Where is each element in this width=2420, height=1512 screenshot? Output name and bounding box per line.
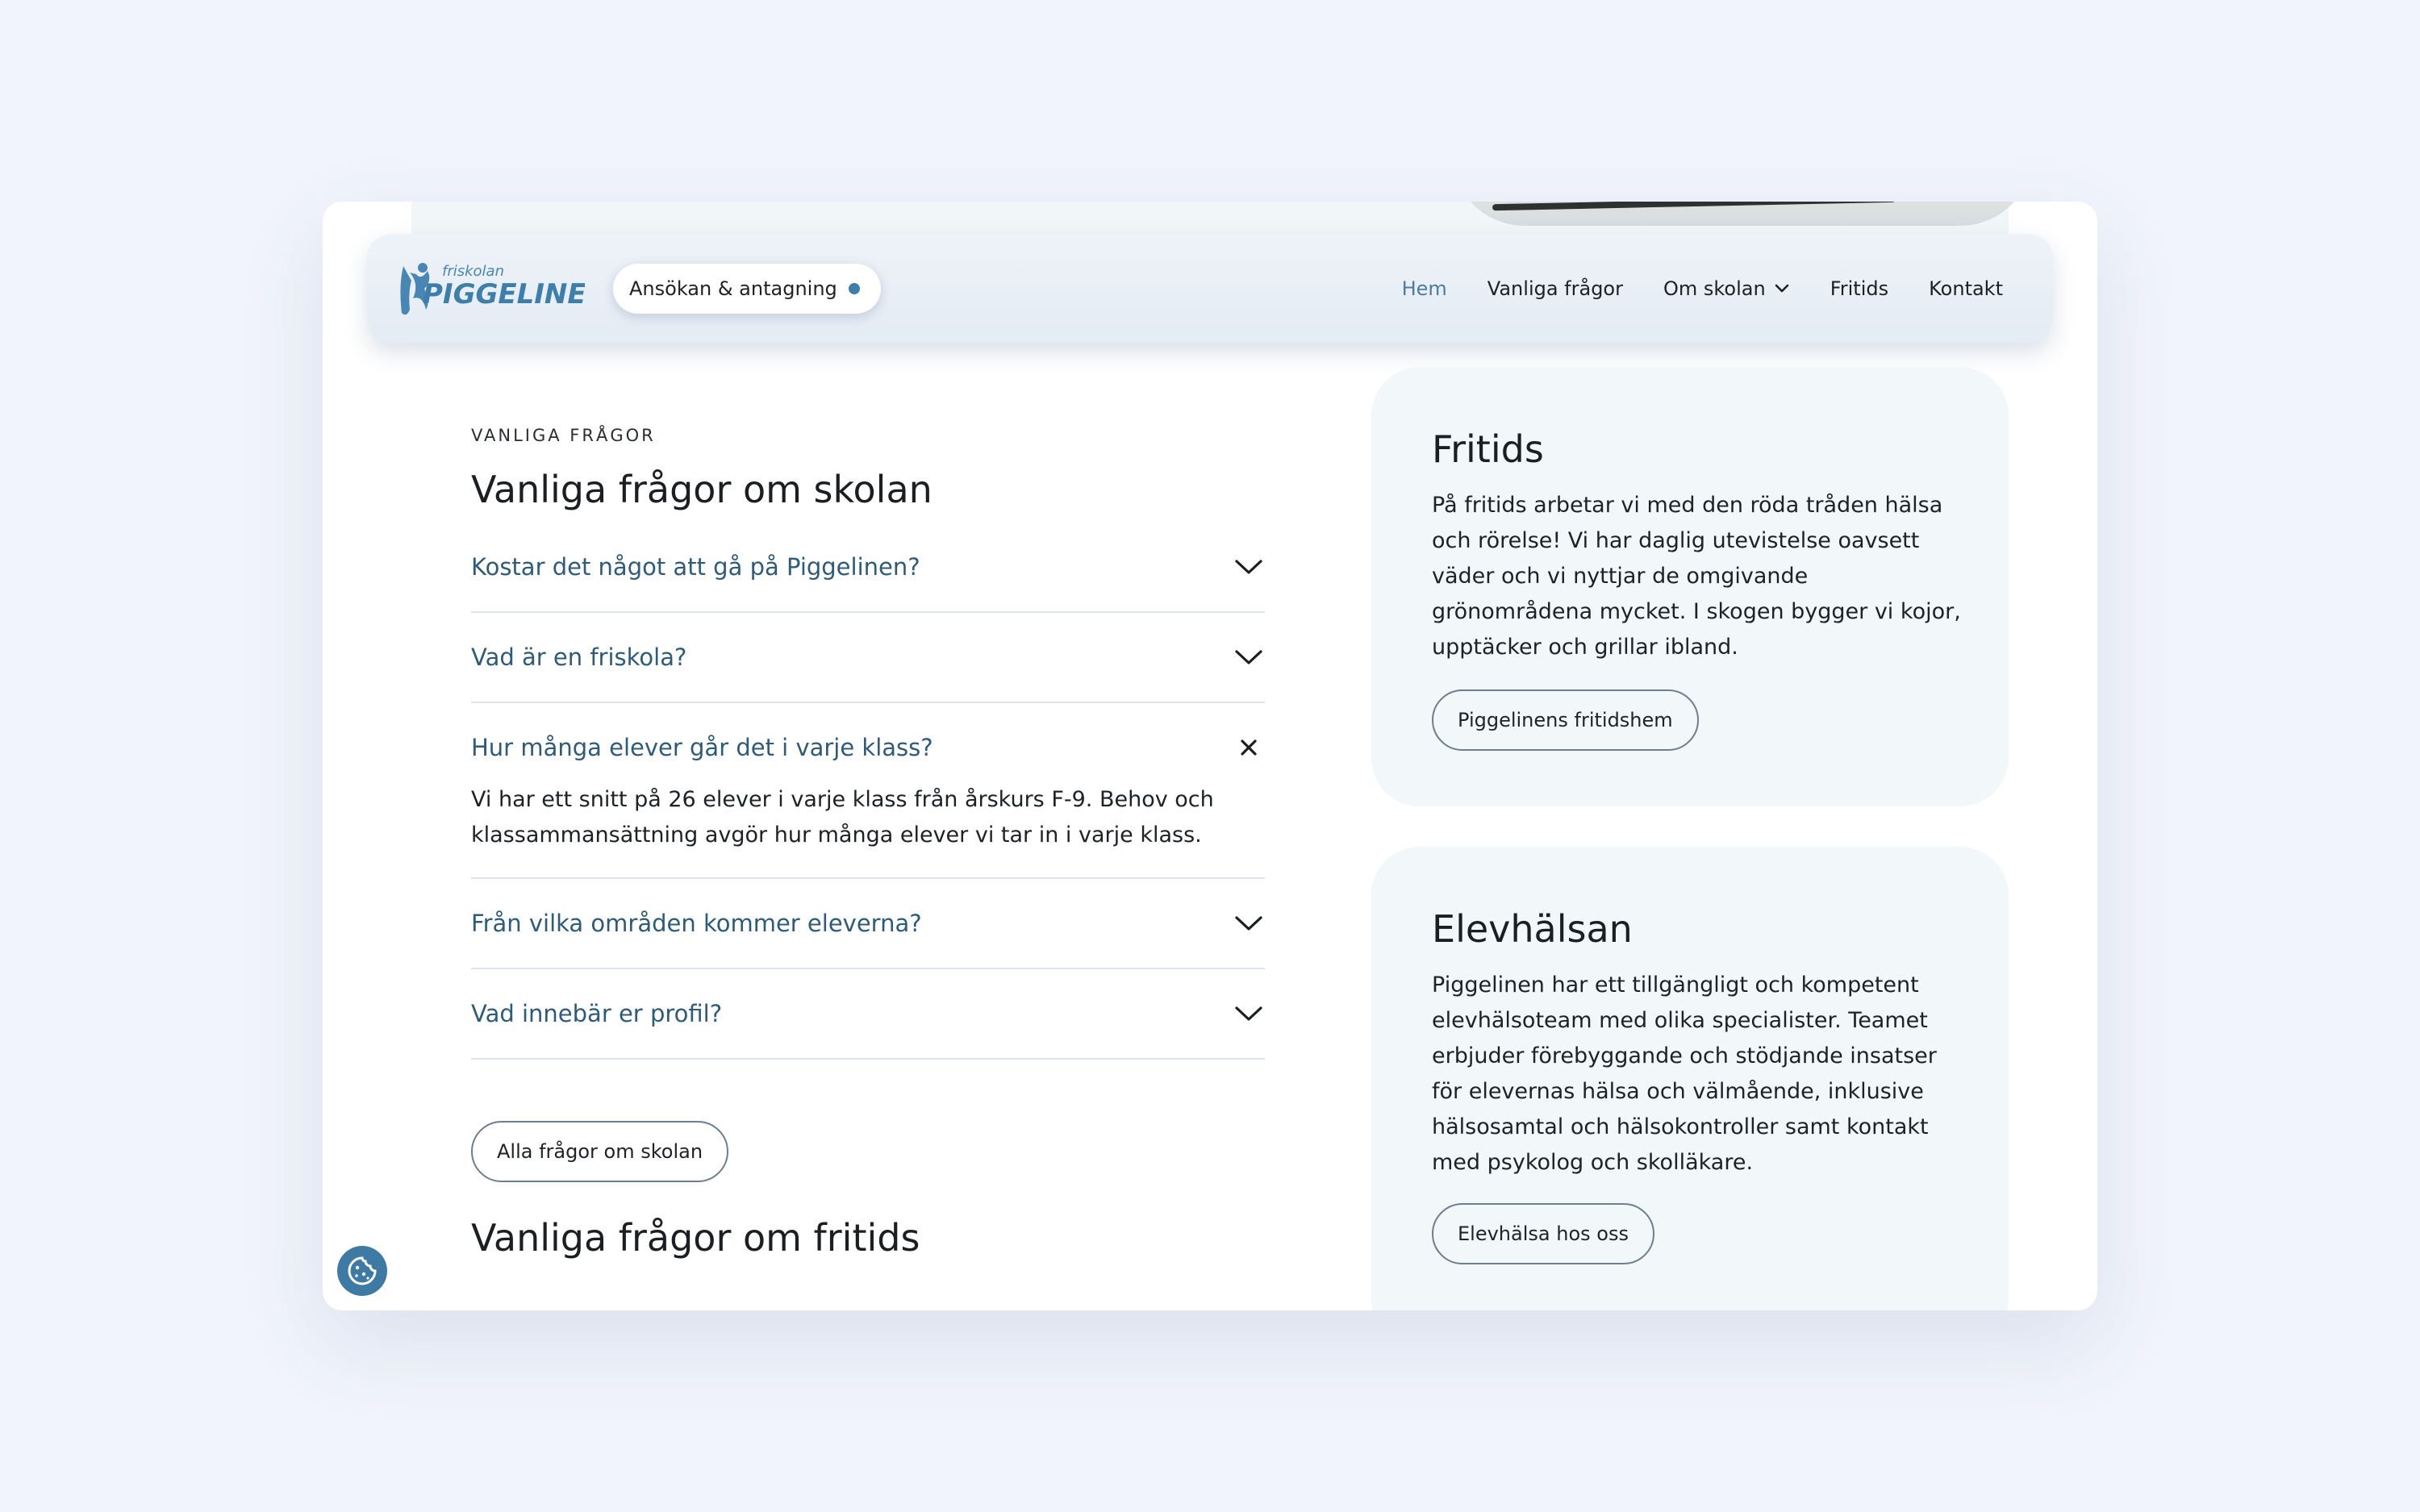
faq-item: Kostar det något att gå på Piggelinen?	[471, 523, 1265, 613]
chevron-down-icon	[1233, 641, 1265, 673]
nav-links: Hem Vanliga frågor Om skolan Fritids Kon…	[1362, 234, 2003, 344]
chevron-down-icon	[1233, 551, 1265, 583]
chevron-down-icon	[1233, 998, 1265, 1030]
nav-link-om-skolan[interactable]: Om skolan	[1663, 277, 1790, 300]
faq-answer-text: Vi har ett snitt på 26 elever i varje kl…	[471, 787, 1214, 848]
faq-item: Från vilka områden kommer eleverna?	[471, 879, 1265, 969]
elevhalsan-card-title: Elevhälsan	[1432, 907, 1633, 951]
faq-question-text: Vad är en friskola?	[471, 644, 687, 671]
faq-item: Vad innebär er profil?	[471, 969, 1265, 1060]
faq-question-button[interactable]: Hur många elever går det i varje klass?	[471, 703, 1265, 792]
close-icon	[1233, 731, 1265, 764]
elevhalsa-button[interactable]: Elevhälsa hos oss	[1432, 1203, 1654, 1264]
admission-label: Ansökan & antagning	[629, 277, 837, 300]
faq-item-expanded: Hur många elever går det i varje klass? …	[471, 703, 1265, 879]
elevhalsan-card: Elevhälsan Piggelinen har ett tillgängli…	[1371, 847, 2009, 1310]
piggelinen-logo-icon: friskolan PIGGELINEN	[400, 263, 609, 315]
nav-link-om-skolan-label: Om skolan	[1663, 277, 1766, 300]
svg-text:friskolan: friskolan	[442, 263, 504, 280]
faq-heading: Vanliga frågor om skolan	[471, 468, 933, 511]
chevron-down-icon	[1774, 283, 1790, 294]
browser-viewport: friskolan PIGGELINEN Ansökan & antagning…	[323, 202, 2097, 1310]
admission-button[interactable]: Ansökan & antagning	[613, 264, 881, 314]
faq-item: Vad är en friskola?	[471, 613, 1265, 703]
chevron-down-icon	[1233, 907, 1265, 939]
faq-question-button[interactable]: Från vilka områden kommer eleverna?	[471, 879, 1265, 968]
nav-link-hem[interactable]: Hem	[1402, 277, 1447, 300]
status-dot-icon	[848, 283, 860, 294]
cookie-settings-button[interactable]	[337, 1246, 387, 1296]
hero-image	[1452, 202, 2033, 226]
elevhalsan-card-text: Piggelinen har ett tillgängligt och komp…	[1432, 973, 1937, 1175]
nav-link-fritids[interactable]: Fritids	[1830, 277, 1888, 300]
fritids-card-title: Fritids	[1432, 427, 1544, 471]
fritids-card: Fritids På fritids arbetar vi med den rö…	[1371, 367, 2009, 806]
fritids-card-text: På fritids arbetar vi med den röda tråde…	[1432, 493, 1961, 660]
faq-question-button[interactable]: Kostar det något att gå på Piggelinen?	[471, 523, 1265, 611]
nav-link-vanliga-fragor[interactable]: Vanliga frågor	[1487, 277, 1623, 300]
fritids-faq-heading: Vanliga frågor om fritids	[471, 1216, 920, 1260]
faq-question-text: Hur många elever går det i varje klass?	[471, 734, 933, 761]
section-eyebrow: VANLIGA FRÅGOR	[471, 426, 656, 445]
faq-question-text: Kostar det något att gå på Piggelinen?	[471, 553, 920, 581]
faq-question-text: Vad innebär er profil?	[471, 1000, 723, 1027]
svg-text:PIGGELINEN: PIGGELINEN	[423, 278, 585, 310]
nav-link-kontakt[interactable]: Kontakt	[1929, 277, 2003, 300]
main-navbar: friskolan PIGGELINEN Ansökan & antagning…	[367, 234, 2053, 344]
fritidshem-button[interactable]: Piggelinens fritidshem	[1432, 689, 1699, 751]
cookie-icon	[348, 1256, 377, 1285]
faq-question-text: Från vilka områden kommer eleverna?	[471, 910, 922, 937]
faq-accordion: Kostar det något att gå på Piggelinen? V…	[471, 523, 1265, 1060]
faq-question-button[interactable]: Vad är en friskola?	[471, 613, 1265, 702]
all-school-questions-button[interactable]: Alla frågor om skolan	[471, 1121, 729, 1182]
site-logo[interactable]: friskolan PIGGELINEN	[395, 256, 609, 321]
faq-question-button[interactable]: Vad innebär er profil?	[471, 969, 1265, 1058]
